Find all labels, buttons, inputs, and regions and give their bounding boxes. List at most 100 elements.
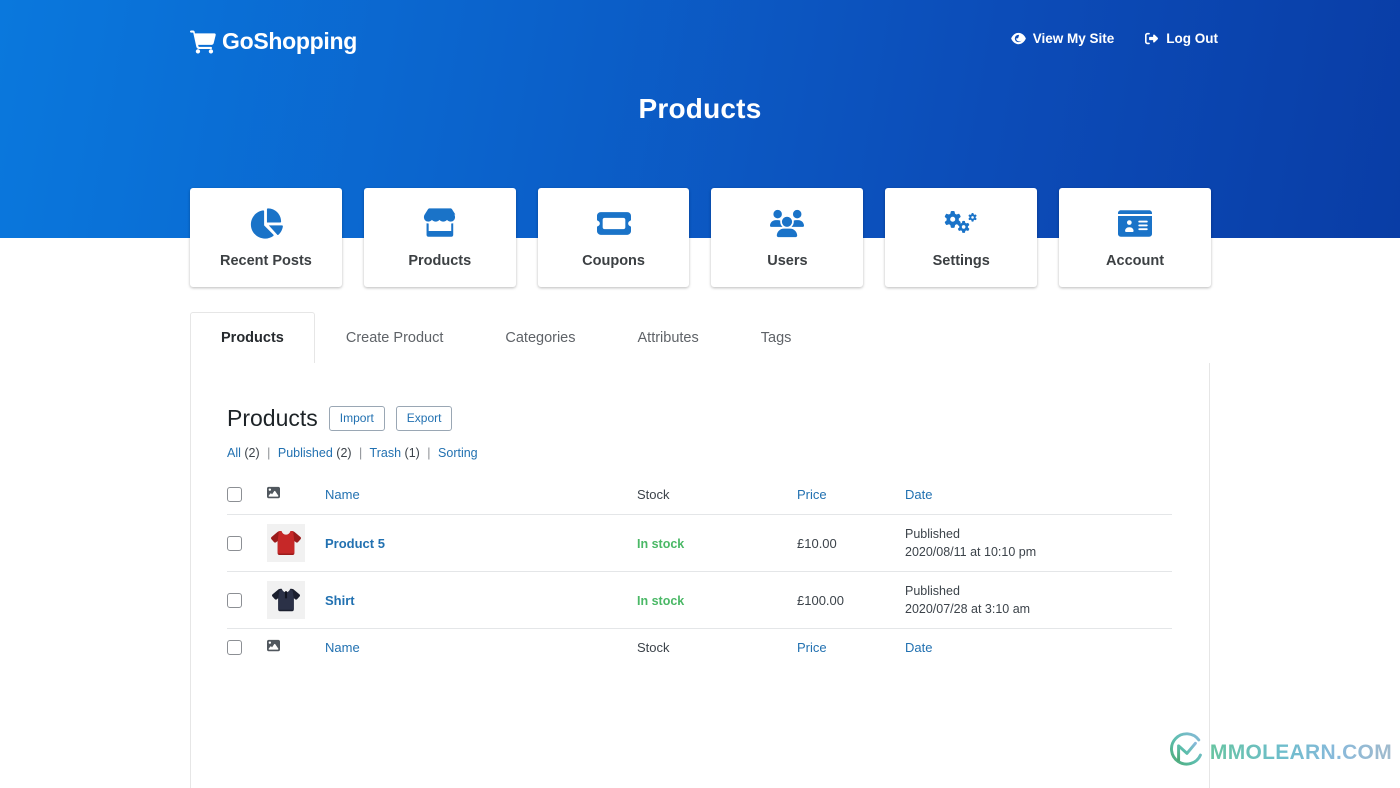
panel-header: Products Import Export [227, 405, 1173, 432]
table-row: Product 5 In stock £10.00 Published 2020… [227, 514, 1172, 572]
tab-label: Create Product [345, 330, 444, 346]
cogs-icon [944, 206, 978, 240]
shortcut-cards: Recent Posts Products Coupons Users Sett… [190, 188, 1211, 287]
filter-published-label: Published [277, 446, 333, 460]
price-column-header[interactable]: Price [797, 476, 905, 515]
top-navigation: View My Site Log Out [1010, 31, 1218, 46]
navy-hoodie-thumbnail[interactable] [267, 581, 305, 619]
stock-status: In stock [637, 536, 685, 551]
row-name-cell: Product 5 [325, 514, 637, 572]
name-column-header[interactable]: Name [325, 476, 637, 515]
watermark: MMOLEARN.COM [1166, 729, 1392, 776]
filter-all-label: All [227, 446, 241, 460]
row-price-cell: £100.00 [797, 571, 905, 629]
filter-sorting[interactable]: Sorting [438, 446, 478, 460]
log-out-link[interactable]: Log Out [1144, 31, 1218, 46]
products-panel: Products Import Export All (2) | Publish… [190, 363, 1210, 788]
content-tabs: Products Create Product Categories Attri… [190, 312, 1210, 364]
filter-trash-count: (1) [404, 446, 420, 460]
date-value: 2020/07/28 at 3:10 am [905, 602, 1031, 616]
view-my-site-link[interactable]: View My Site [1010, 31, 1114, 46]
name-column-footer[interactable]: Name [325, 628, 637, 667]
card-label: Recent Posts [219, 253, 312, 269]
shopping-cart-icon [190, 29, 216, 54]
card-users[interactable]: Users [711, 188, 864, 287]
row-date-cell: Published 2020/08/11 at 10:10 pm [905, 514, 1172, 572]
stock-status: In stock [637, 593, 685, 608]
image-icon [267, 639, 325, 655]
eye-icon [1010, 32, 1026, 45]
image-column-footer [267, 628, 325, 667]
table-body: Product 5 In stock £10.00 Published 2020… [227, 514, 1172, 629]
row-checkbox[interactable] [227, 535, 242, 551]
tab-categories[interactable]: Categories [474, 312, 606, 363]
brand-logo[interactable]: GoShopping [190, 28, 357, 55]
date-column-header[interactable]: Date [905, 476, 1172, 515]
table-foot: Name Stock Price Date [227, 628, 1172, 667]
row-price-cell: £10.00 [797, 514, 905, 572]
select-all-header [227, 476, 267, 515]
filter-published-count: (2) [336, 446, 352, 460]
sign-out-icon [1144, 32, 1159, 45]
price-column-footer[interactable]: Price [797, 628, 905, 667]
export-button[interactable]: Export [395, 405, 453, 432]
filter-trash[interactable]: Trash [370, 446, 402, 460]
row-stock-cell: In stock [637, 514, 797, 572]
watermark-text: MMOLEARN.COM [1209, 740, 1392, 764]
page-title: Products [638, 93, 762, 124]
panel-title: Products [227, 405, 318, 431]
filter-all[interactable]: All [227, 446, 241, 460]
card-coupons[interactable]: Coupons [537, 188, 690, 287]
tab-label: Attributes [637, 330, 699, 346]
brand-name: GoShopping [222, 28, 357, 54]
filter-separator: | [359, 446, 363, 460]
row-select-cell [227, 514, 267, 572]
date-status: Published [905, 583, 960, 598]
card-label: Settings [932, 253, 990, 269]
page-root: GoShopping View My Site Log Out Products… [0, 0, 1400, 788]
select-all-footer [227, 628, 267, 667]
table-head: Name Stock Price Date [227, 476, 1172, 515]
id-card-icon [1118, 206, 1153, 240]
tab-create-product[interactable]: Create Product [315, 312, 475, 363]
card-products[interactable]: Products [363, 188, 516, 287]
row-thumbnail-cell [267, 571, 325, 629]
tab-label: Categories [505, 330, 576, 346]
card-label: Products [408, 253, 472, 269]
date-value: 2020/08/11 at 10:10 pm [905, 545, 1037, 559]
import-button[interactable]: Import [328, 405, 385, 432]
row-stock-cell: In stock [637, 571, 797, 629]
row-name-cell: Shirt [325, 571, 637, 629]
filter-links: All (2) | Published (2) | Trash (1) | So… [227, 446, 1173, 460]
product-name-link[interactable]: Shirt [325, 593, 355, 608]
tab-products[interactable]: Products [190, 312, 315, 364]
table-footer-row: Name Stock Price Date [227, 628, 1172, 667]
image-column-header [267, 476, 325, 515]
card-settings[interactable]: Settings [885, 188, 1038, 287]
table-header-row: Name Stock Price Date [227, 476, 1172, 515]
tab-tags[interactable]: Tags [730, 312, 823, 363]
row-date-cell: Published 2020/07/28 at 3:10 am [905, 571, 1172, 629]
filter-trash-label: Trash [369, 446, 402, 460]
table-row: Shirt In stock £100.00 Published 2020/07… [227, 571, 1172, 629]
select-all-checkbox[interactable] [227, 486, 242, 502]
tab-attributes[interactable]: Attributes [607, 312, 730, 363]
filter-published[interactable]: Published [278, 446, 333, 460]
filter-separator: | [267, 446, 271, 460]
date-status: Published [905, 526, 960, 541]
row-checkbox[interactable] [227, 592, 242, 608]
stock-column-footer: Stock [637, 628, 797, 667]
card-account[interactable]: Account [1059, 188, 1211, 287]
card-label: Account [1106, 253, 1165, 269]
row-select-cell [227, 571, 267, 629]
red-tshirt-thumbnail[interactable] [267, 524, 305, 562]
stock-column-header: Stock [637, 476, 797, 515]
pie-chart-icon [249, 206, 283, 240]
tab-label: Tags [760, 330, 792, 346]
date-column-footer[interactable]: Date [905, 628, 1172, 667]
select-all-checkbox-footer[interactable] [227, 639, 242, 655]
store-icon [423, 206, 457, 240]
filter-all-count: (2) [244, 446, 260, 460]
card-recent-posts[interactable]: Recent Posts [190, 188, 342, 287]
product-name-link[interactable]: Product 5 [325, 536, 385, 551]
